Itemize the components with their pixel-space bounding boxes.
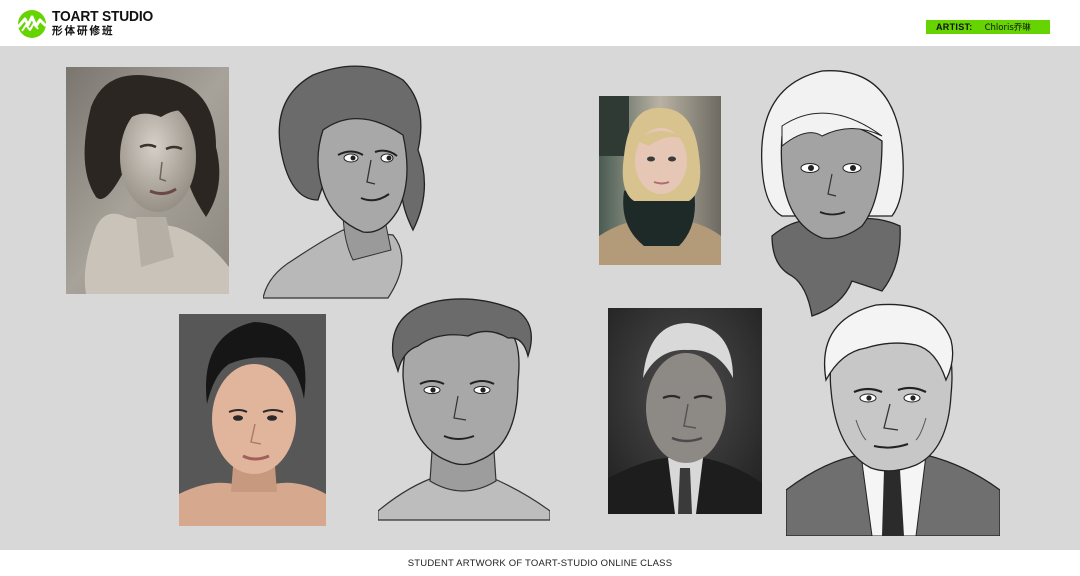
brand-wordmark[interactable]: TOART STUDIO 形体研修班 <box>52 9 162 37</box>
brand-subtitle: 形体研修班 <box>52 25 115 37</box>
drawing-old-man <box>786 300 1000 536</box>
footer-caption: STUDENT ARTWORK OF TOART-STUDIO ONLINE C… <box>407 557 673 569</box>
footer-bar: STUDENT ARTWORK OF TOART-STUDIO ONLINE C… <box>0 550 1080 576</box>
header-bar: TOART STUDIO 形体研修班 ARTIST: Chloris乔琳 <box>0 0 1080 46</box>
photo-blonde-girl-scarf <box>599 96 721 265</box>
artist-badge: ARTIST: Chloris乔琳 <box>926 20 1050 34</box>
photo-woman-curly-hair <box>66 67 229 294</box>
drawing-young-man <box>378 296 550 522</box>
drawing-woman-curly-hair <box>263 60 433 300</box>
artist-label: ARTIST: <box>936 22 973 32</box>
drawing-blonde-girl-scarf <box>752 66 908 318</box>
toart-logo-icon[interactable] <box>16 9 48 39</box>
artist-name: Chloris乔琳 <box>984 23 1031 33</box>
gallery-canvas <box>0 46 1080 550</box>
photo-young-man <box>179 314 326 526</box>
brand-title: TOART STUDIO <box>52 8 154 25</box>
photo-old-man <box>608 308 762 514</box>
